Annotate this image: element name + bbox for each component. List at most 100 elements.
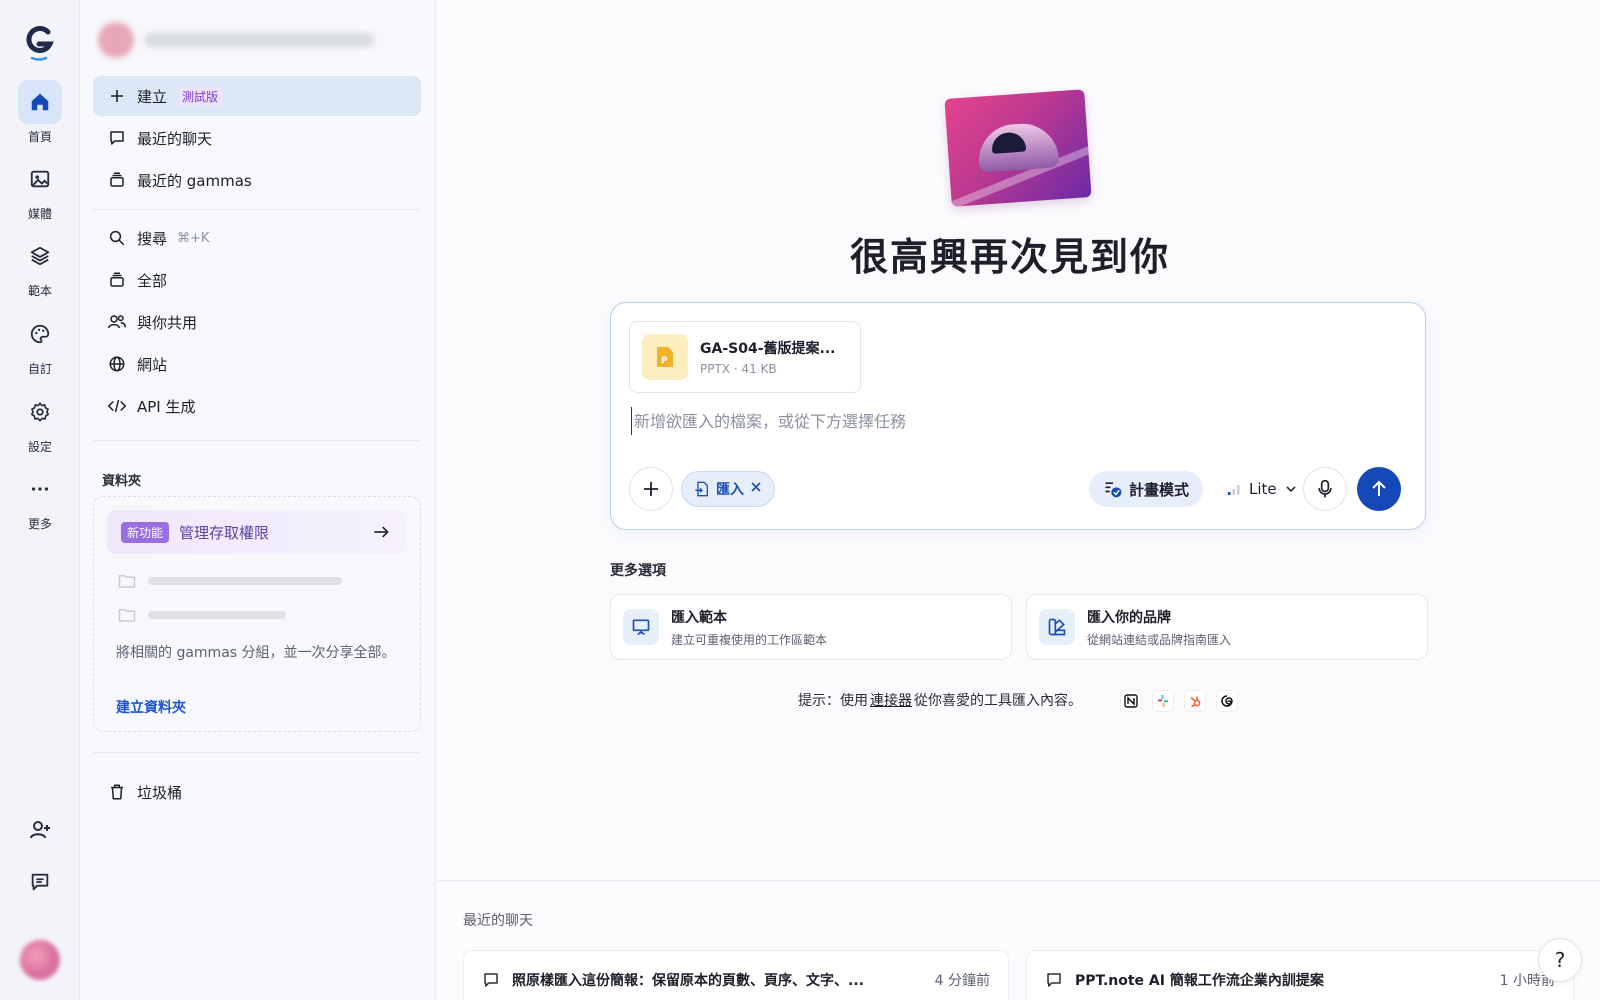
model-select[interactable]: Lite	[1221, 471, 1303, 507]
feedback-button[interactable]	[18, 860, 62, 904]
search-icon	[107, 228, 127, 248]
file-name: GA-S04-舊版提案...	[700, 341, 836, 357]
option-title: 匯入範本	[671, 609, 727, 626]
import-brand-card[interactable]: 匯入你的品牌 從網站連結或品牌指南匯入	[1026, 594, 1428, 660]
recent-chat-time: 4 分鐘前	[934, 973, 990, 989]
close-icon[interactable]	[750, 481, 762, 497]
chat-icon	[1047, 973, 1061, 987]
option-subtitle: 建立可重複使用的工作區範本	[671, 632, 828, 647]
workspace-switcher[interactable]	[98, 18, 398, 62]
recent-chat-title: 照原樣匯入這份簡報：保留原本的頁數、頁序、文字、...	[512, 973, 864, 989]
stack-icon	[107, 170, 127, 190]
rail-item-settings[interactable]: 設定	[10, 390, 70, 455]
home-icon	[18, 80, 62, 124]
create-label: 建立	[137, 87, 168, 106]
beta-badge: 測試版	[177, 86, 224, 106]
folder-panel: 新功能 管理存取權限 將相關的 gammas 分組，並一次分享全部。 建立資料夾	[93, 496, 421, 732]
hubspot-icon[interactable]	[1184, 690, 1206, 712]
user-plus-icon	[30, 821, 50, 839]
import-chip-label: 匯入	[716, 482, 744, 498]
plan-mode-label: 計畫模式	[1129, 480, 1190, 499]
layers-icon	[18, 234, 62, 278]
sidebar-item-search[interactable]: 搜尋 ⌘+K	[93, 218, 421, 258]
voice-input-button[interactable]	[1303, 467, 1347, 511]
recent-chat-item[interactable]: PPT.note AI 簡報工作流企業內訓提案 1 小時前	[1026, 950, 1574, 1000]
pptx-file-icon: P	[642, 334, 688, 380]
attached-file-card[interactable]: P GA-S04-舊版提案... PPTX · 41 KB	[629, 321, 861, 393]
sidebar-item-trash[interactable]: 垃圾桶	[93, 772, 421, 812]
sidebar-item-label: 最近的聊天	[137, 129, 213, 148]
sidebar-item-shared[interactable]: 與你共用	[93, 302, 421, 342]
folders-section-title: 資料夾	[102, 474, 142, 489]
sidebar-item-label: 垃圾桶	[137, 783, 183, 802]
import-chip[interactable]: 匯入	[681, 471, 775, 507]
add-attachment-button[interactable]	[629, 467, 673, 511]
connectors-link[interactable]: 連接器	[870, 690, 912, 710]
rail-item-customize[interactable]: 自訂	[10, 312, 70, 377]
divider	[437, 880, 1600, 881]
prompt-composer: P GA-S04-舊版提案... PPTX · 41 KB 匯入 計畫模式 Li…	[610, 302, 1426, 530]
presentation-icon	[623, 609, 659, 645]
import-template-card[interactable]: 匯入範本 建立可重複使用的工作區範本	[610, 594, 1012, 660]
search-shortcut: ⌘+K	[177, 230, 210, 246]
rail-label: 自訂	[27, 362, 52, 376]
sidebar-item-recent-gammas[interactable]: 最近的 gammas	[93, 160, 421, 200]
rail-item-home[interactable]: 首頁	[10, 80, 70, 145]
avatar[interactable]	[20, 940, 60, 980]
more-icon	[18, 467, 62, 511]
notion-icon[interactable]	[1120, 690, 1142, 712]
image-icon	[18, 157, 62, 201]
send-button[interactable]	[1357, 467, 1401, 511]
divider	[93, 752, 421, 753]
connector-icons	[1120, 690, 1238, 712]
recent-chats-title: 最近的聊天	[463, 913, 533, 929]
palette-icon	[18, 312, 62, 356]
sidebar-item-all[interactable]: 全部	[93, 260, 421, 300]
svg-text:P: P	[661, 356, 668, 366]
chat-icon	[484, 973, 498, 987]
sidebar-item-sites[interactable]: 網站	[93, 344, 421, 384]
invite-user-button[interactable]	[18, 808, 62, 852]
sidebar-item-label: 最近的 gammas	[137, 171, 252, 190]
file-meta: PPTX · 41 KB	[700, 362, 777, 376]
slack-icon[interactable]	[1152, 690, 1174, 712]
create-folder-link[interactable]: 建立資料夾	[116, 697, 186, 717]
folder-icon	[118, 609, 136, 622]
brand-palette-icon	[1039, 609, 1075, 645]
gamma-logo-icon[interactable]	[24, 24, 54, 62]
plan-mode-button[interactable]: 計畫模式	[1089, 471, 1204, 507]
stack-icon	[107, 270, 127, 290]
recent-chat-title: PPT.note AI 簡報工作流企業內訓提案	[1075, 973, 1324, 989]
recent-chat-item[interactable]: 照原樣匯入這份簡報：保留原本的頁數、頁序、文字、... 4 分鐘前	[463, 950, 1009, 1000]
page-title: 很高興再次見到你	[849, 235, 1170, 279]
divider	[93, 209, 421, 210]
sidebar-item-api[interactable]: API 生成	[93, 386, 421, 426]
rail-label: 範本	[27, 284, 52, 298]
icon-rail: 首頁 媒體 範本 自訂 設定 更多	[0, 0, 80, 1000]
manage-access-card[interactable]: 新功能 管理存取權限	[107, 510, 405, 554]
spiral-app-icon[interactable]	[1216, 690, 1238, 712]
more-options-title: 更多選項	[610, 563, 666, 579]
rail-label: 首頁	[27, 130, 52, 144]
option-subtitle: 從網站連結或品牌指南匯入	[1087, 632, 1232, 647]
sidebar-item-label: 與你共用	[137, 313, 198, 332]
sidebar-item-recent-chats[interactable]: 最近的聊天	[93, 118, 421, 158]
help-button[interactable]: ?	[1538, 938, 1582, 982]
microphone-icon	[1318, 479, 1332, 498]
gear-icon	[18, 390, 62, 434]
option-title: 匯入你的品牌	[1087, 609, 1171, 626]
rail-item-media[interactable]: 媒體	[10, 157, 70, 222]
arrow-up-icon	[1372, 480, 1386, 496]
sidebar-item-label: 網站	[137, 355, 168, 374]
sidebar-item-label: 全部	[137, 271, 168, 290]
tip-suffix: 從你喜愛的工具匯入內容。	[914, 693, 1082, 709]
rail-item-templates[interactable]: 範本	[10, 234, 70, 299]
rail-label: 更多	[27, 517, 52, 531]
plan-list-icon	[1105, 482, 1122, 498]
chevron-down-icon	[1286, 486, 1296, 493]
file-import-icon	[695, 481, 708, 497]
sidebar-item-label: API 生成	[137, 397, 196, 416]
rail-item-more[interactable]: 更多	[10, 467, 70, 532]
create-button[interactable]: 建立 測試版	[93, 76, 421, 116]
prompt-input[interactable]	[631, 407, 1391, 435]
